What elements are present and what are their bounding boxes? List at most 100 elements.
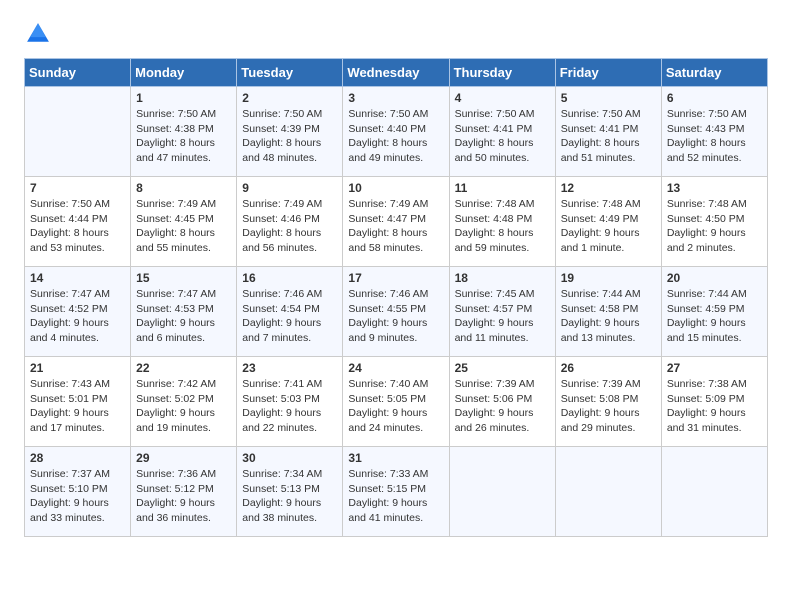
calendar-cell: 9 Sunrise: 7:49 AMSunset: 4:46 PMDaylight…: [237, 177, 343, 267]
calendar-cell: 8 Sunrise: 7:49 AMSunset: 4:45 PMDaylight…: [131, 177, 237, 267]
cell-info: Sunrise: 7:48 AMSunset: 4:48 PMDaylight:…: [455, 197, 550, 256]
calendar-cell: 17 Sunrise: 7:46 AMSunset: 4:55 PMDayligh…: [343, 267, 449, 357]
calendar-cell: 24Sunrise: 7:40 AMSunset: 5:05 PMDayligh…: [343, 357, 449, 447]
cell-info: Sunrise: 7:50 AMSunset: 4:43 PMDaylight:…: [667, 107, 762, 166]
day-number: 13: [667, 181, 762, 195]
day-number: 4: [455, 91, 550, 105]
header-sunday: Sunday: [25, 59, 131, 87]
day-number: 18: [455, 271, 550, 285]
header-tuesday: Tuesday: [237, 59, 343, 87]
day-number: 20: [667, 271, 762, 285]
cell-info: Sunrise: 7:37 AMSunset: 5:10 PMDaylight:…: [30, 467, 125, 526]
calendar-cell: 14 Sunrise: 7:47 AMSunset: 4:52 PMDayligh…: [25, 267, 131, 357]
calendar-cell: 30 Sunrise: 7:34 AMSunset: 5:13 PMDayligh…: [237, 447, 343, 537]
cell-info: Sunrise: 7:49 AMSunset: 4:47 PMDaylight:…: [348, 197, 443, 256]
calendar-week-1: 1 Sunrise: 7:50 AMSunset: 4:38 PMDaylight…: [25, 87, 768, 177]
day-number: 23: [242, 361, 337, 375]
day-number: 25: [455, 361, 550, 375]
cell-info: Sunrise: 7:38 AMSunset: 5:09 PMDaylight:…: [667, 377, 762, 436]
header: [24, 20, 768, 48]
cell-info: Sunrise: 7:50 AMSunset: 4:38 PMDaylight:…: [136, 107, 231, 166]
calendar-cell: 25 Sunrise: 7:39 AMSunset: 5:06 PMDayligh…: [449, 357, 555, 447]
calendar-cell: 21Sunrise: 7:43 AMSunset: 5:01 PMDayligh…: [25, 357, 131, 447]
calendar-cell: 29 Sunrise: 7:36 AMSunset: 5:12 PMDayligh…: [131, 447, 237, 537]
logo-icon: [24, 20, 52, 48]
day-number: 29: [136, 451, 231, 465]
cell-info: Sunrise: 7:44 AMSunset: 4:59 PMDaylight:…: [667, 287, 762, 346]
calendar-cell: 18 Sunrise: 7:45 AMSunset: 4:57 PMDayligh…: [449, 267, 555, 357]
day-number: 17: [348, 271, 443, 285]
cell-info: Sunrise: 7:48 AMSunset: 4:50 PMDaylight:…: [667, 197, 762, 256]
header-saturday: Saturday: [661, 59, 767, 87]
header-wednesday: Wednesday: [343, 59, 449, 87]
calendar-cell: 20 Sunrise: 7:44 AMSunset: 4:59 PMDayligh…: [661, 267, 767, 357]
calendar-cell: 27 Sunrise: 7:38 AMSunset: 5:09 PMDayligh…: [661, 357, 767, 447]
calendar-cell: 16Sunrise: 7:46 AMSunset: 4:54 PMDayligh…: [237, 267, 343, 357]
day-number: 21: [30, 361, 125, 375]
cell-info: Sunrise: 7:46 AMSunset: 4:55 PMDaylight:…: [348, 287, 443, 346]
cell-info: Sunrise: 7:42 AMSunset: 5:02 PMDaylight:…: [136, 377, 231, 436]
day-number: 12: [561, 181, 656, 195]
day-number: 9: [242, 181, 337, 195]
day-number: 8: [136, 181, 231, 195]
calendar-cell: 4 Sunrise: 7:50 AMSunset: 4:41 PMDaylight…: [449, 87, 555, 177]
calendar-week-4: 21Sunrise: 7:43 AMSunset: 5:01 PMDayligh…: [25, 357, 768, 447]
calendar-cell: 10 Sunrise: 7:49 AMSunset: 4:47 PMDayligh…: [343, 177, 449, 267]
cell-info: Sunrise: 7:41 AMSunset: 5:03 PMDaylight:…: [242, 377, 337, 436]
calendar-cell: 26Sunrise: 7:39 AMSunset: 5:08 PMDayligh…: [555, 357, 661, 447]
cell-info: Sunrise: 7:34 AMSunset: 5:13 PMDaylight:…: [242, 467, 337, 526]
day-number: 10: [348, 181, 443, 195]
calendar-cell: 11 Sunrise: 7:48 AMSunset: 4:48 PMDayligh…: [449, 177, 555, 267]
calendar-cell: 31 Sunrise: 7:33 AMSunset: 5:15 PMDayligh…: [343, 447, 449, 537]
calendar-cell: [449, 447, 555, 537]
header-thursday: Thursday: [449, 59, 555, 87]
calendar-cell: 23 Sunrise: 7:41 AMSunset: 5:03 PMDayligh…: [237, 357, 343, 447]
calendar-cell: 1 Sunrise: 7:50 AMSunset: 4:38 PMDaylight…: [131, 87, 237, 177]
day-number: 5: [561, 91, 656, 105]
day-number: 1: [136, 91, 231, 105]
cell-info: Sunrise: 7:39 AMSunset: 5:06 PMDaylight:…: [455, 377, 550, 436]
day-number: 14: [30, 271, 125, 285]
cell-info: Sunrise: 7:49 AMSunset: 4:45 PMDaylight:…: [136, 197, 231, 256]
header-friday: Friday: [555, 59, 661, 87]
calendar-header-row: SundayMondayTuesdayWednesdayThursdayFrid…: [25, 59, 768, 87]
cell-info: Sunrise: 7:50 AMSunset: 4:44 PMDaylight:…: [30, 197, 125, 256]
day-number: 24: [348, 361, 443, 375]
day-number: 6: [667, 91, 762, 105]
cell-info: Sunrise: 7:49 AMSunset: 4:46 PMDaylight:…: [242, 197, 337, 256]
cell-info: Sunrise: 7:47 AMSunset: 4:53 PMDaylight:…: [136, 287, 231, 346]
calendar-cell: 3Sunrise: 7:50 AMSunset: 4:40 PMDaylight…: [343, 87, 449, 177]
calendar-cell: 6 Sunrise: 7:50 AMSunset: 4:43 PMDaylight…: [661, 87, 767, 177]
calendar-cell: 13 Sunrise: 7:48 AMSunset: 4:50 PMDayligh…: [661, 177, 767, 267]
calendar-cell: 22Sunrise: 7:42 AMSunset: 5:02 PMDayligh…: [131, 357, 237, 447]
day-number: 30: [242, 451, 337, 465]
cell-info: Sunrise: 7:44 AMSunset: 4:58 PMDaylight:…: [561, 287, 656, 346]
cell-info: Sunrise: 7:45 AMSunset: 4:57 PMDaylight:…: [455, 287, 550, 346]
calendar-table: SundayMondayTuesdayWednesdayThursdayFrid…: [24, 58, 768, 537]
calendar-cell: 19 Sunrise: 7:44 AMSunset: 4:58 PMDayligh…: [555, 267, 661, 357]
calendar-cell: 28 Sunrise: 7:37 AMSunset: 5:10 PMDayligh…: [25, 447, 131, 537]
calendar-cell: 5 Sunrise: 7:50 AMSunset: 4:41 PMDaylight…: [555, 87, 661, 177]
cell-info: Sunrise: 7:33 AMSunset: 5:15 PMDaylight:…: [348, 467, 443, 526]
cell-info: Sunrise: 7:36 AMSunset: 5:12 PMDaylight:…: [136, 467, 231, 526]
day-number: 28: [30, 451, 125, 465]
day-number: 11: [455, 181, 550, 195]
calendar-cell: [661, 447, 767, 537]
calendar-week-2: 7 Sunrise: 7:50 AMSunset: 4:44 PMDaylight…: [25, 177, 768, 267]
logo: [24, 20, 58, 48]
calendar-cell: 12 Sunrise: 7:48 AMSunset: 4:49 PMDayligh…: [555, 177, 661, 267]
cell-info: Sunrise: 7:50 AMSunset: 4:41 PMDaylight:…: [561, 107, 656, 166]
day-number: 7: [30, 181, 125, 195]
cell-info: Sunrise: 7:39 AMSunset: 5:08 PMDaylight:…: [561, 377, 656, 436]
calendar-cell: 15 Sunrise: 7:47 AMSunset: 4:53 PMDayligh…: [131, 267, 237, 357]
day-number: 15: [136, 271, 231, 285]
day-number: 27: [667, 361, 762, 375]
day-number: 19: [561, 271, 656, 285]
cell-info: Sunrise: 7:48 AMSunset: 4:49 PMDaylight:…: [561, 197, 656, 256]
cell-info: Sunrise: 7:47 AMSunset: 4:52 PMDaylight:…: [30, 287, 125, 346]
calendar-week-3: 14 Sunrise: 7:47 AMSunset: 4:52 PMDayligh…: [25, 267, 768, 357]
calendar-cell: [555, 447, 661, 537]
cell-info: Sunrise: 7:50 AMSunset: 4:41 PMDaylight:…: [455, 107, 550, 166]
calendar-cell: 2Sunrise: 7:50 AMSunset: 4:39 PMDaylight…: [237, 87, 343, 177]
day-number: 31: [348, 451, 443, 465]
